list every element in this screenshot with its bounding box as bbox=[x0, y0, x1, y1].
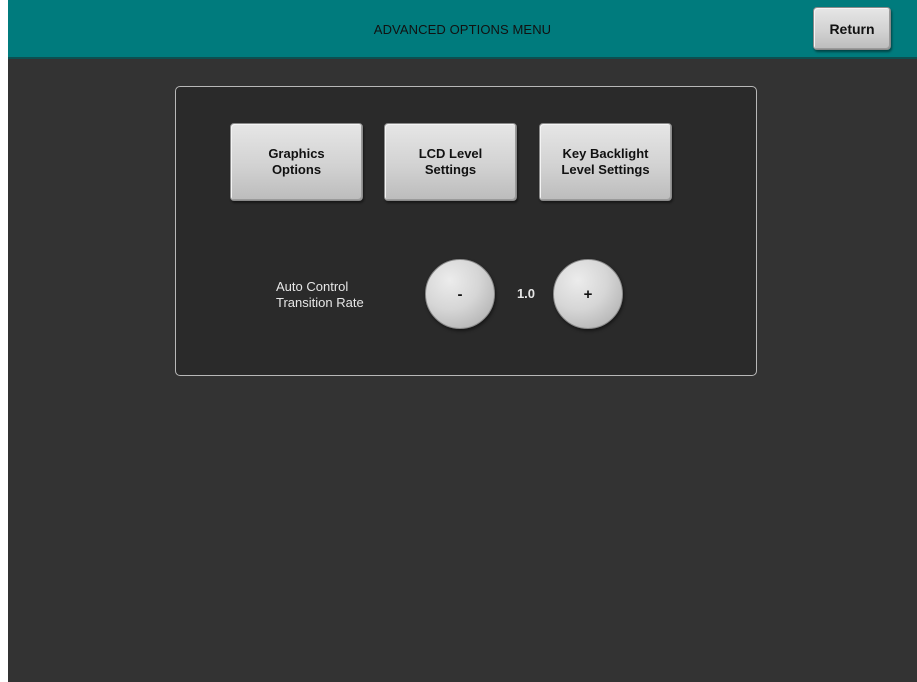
touch-panel-screen: ADVANCED OPTIONS MENU Return Graphics Op… bbox=[8, 0, 917, 682]
key-backlight-level-settings-label: Key Backlight Level Settings bbox=[561, 146, 650, 177]
decrease-rate-button[interactable]: - bbox=[425, 259, 495, 329]
graphics-options-label: Graphics Options bbox=[268, 146, 325, 177]
transition-rate-label: Auto Control Transition Rate bbox=[276, 279, 364, 310]
return-button[interactable]: Return bbox=[813, 7, 891, 50]
increase-rate-button[interactable]: + bbox=[553, 259, 623, 329]
minus-icon: - bbox=[457, 285, 463, 303]
lcd-level-settings-label: LCD Level Settings bbox=[418, 146, 483, 177]
key-backlight-level-settings-button[interactable]: Key Backlight Level Settings bbox=[539, 123, 672, 201]
return-button-label: Return bbox=[829, 20, 875, 37]
lcd-level-settings-button[interactable]: LCD Level Settings bbox=[384, 123, 517, 201]
graphics-options-button[interactable]: Graphics Options bbox=[230, 123, 363, 201]
plus-icon: + bbox=[583, 285, 593, 303]
options-panel: Graphics Options LCD Level Settings Key … bbox=[175, 86, 757, 376]
page-title: ADVANCED OPTIONS MENU bbox=[373, 22, 552, 37]
transition-rate-value: 1.0 bbox=[516, 286, 536, 301]
header-bar: ADVANCED OPTIONS MENU Return bbox=[8, 0, 917, 59]
